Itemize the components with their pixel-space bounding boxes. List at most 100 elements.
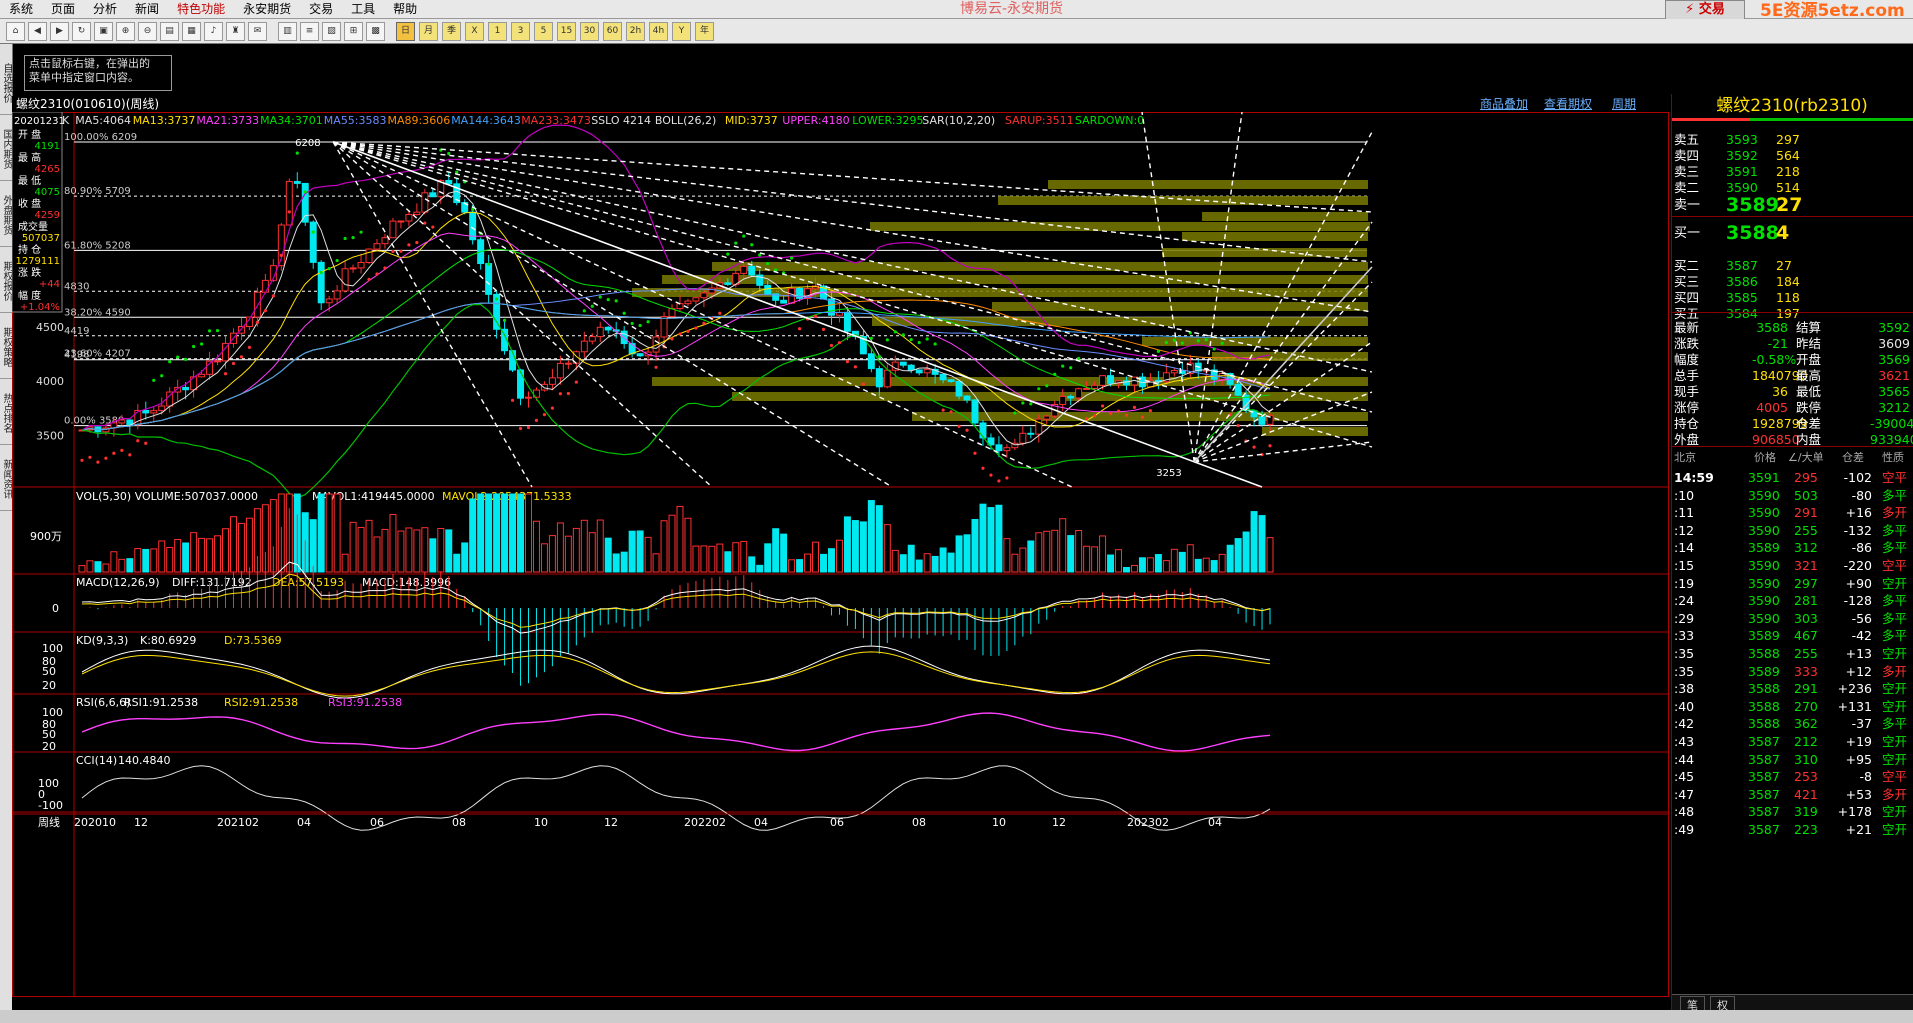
left-tab-4[interactable]: 期权策略 — [0, 316, 12, 379]
tick-volume: 310 — [1794, 751, 1818, 767]
period-button-0[interactable]: 日 — [396, 22, 415, 41]
volume-bar — [971, 518, 979, 573]
overlay-link[interactable]: 商品叠加 — [1480, 96, 1528, 112]
sar-dot — [790, 256, 794, 260]
period-button-3[interactable]: X — [465, 22, 484, 41]
volume-bar — [1146, 557, 1154, 573]
info-label: 成交量 — [18, 220, 48, 233]
candle-body — [158, 405, 166, 412]
tick-row-16: :44 3587 310 +95 空开 — [1672, 750, 1913, 769]
info-label: 持 仓 — [18, 243, 41, 256]
candle-body — [564, 362, 572, 365]
candle-body — [1099, 375, 1107, 386]
options-link[interactable]: 查看期权 — [1544, 96, 1592, 112]
indicator-legend-16: SARDOWN:0 — [1075, 114, 1144, 127]
menu-item-3[interactable]: 新闻 — [126, 0, 168, 18]
period-button-6[interactable]: 5 — [534, 22, 553, 41]
grid-icon[interactable]: ▦ — [182, 22, 201, 41]
candle-body — [875, 368, 883, 388]
trophy-icon[interactable]: ♜ — [226, 22, 245, 41]
info-label: 涨 跌 — [18, 266, 41, 279]
volume-bar — [1075, 529, 1083, 573]
forward-icon[interactable]: ▶ — [50, 22, 69, 41]
time-axis-tick: 04 — [297, 816, 311, 829]
list-icon[interactable]: ≡ — [300, 22, 319, 41]
tick-nature: 多平 — [1882, 522, 1908, 538]
period-button-4[interactable]: 1 — [488, 22, 507, 41]
volume-bar — [564, 535, 572, 573]
sar-dot — [909, 338, 913, 342]
volume-bar — [1067, 535, 1075, 573]
volume-bar — [214, 535, 222, 573]
menu-item-2[interactable]: 分析 — [84, 0, 126, 18]
period-button-13[interactable]: 年 — [695, 22, 714, 41]
time-axis-tick: 08 — [912, 816, 926, 829]
period-button-1[interactable]: 月 — [419, 22, 438, 41]
refresh-icon[interactable]: ↻ — [72, 22, 91, 41]
bell-icon[interactable]: ♪ — [204, 22, 223, 41]
left-tab-3[interactable]: 期权报价 — [0, 250, 12, 313]
sar-dot — [287, 210, 291, 214]
home-icon[interactable]: ⌂ — [6, 22, 25, 41]
left-tab-5[interactable]: 热点排名 — [0, 382, 12, 445]
left-tab-1[interactable]: 国内期货 — [0, 118, 12, 181]
candle-body — [421, 192, 429, 213]
sar-dot — [343, 236, 347, 241]
period-button-2[interactable]: 季 — [442, 22, 461, 41]
time-axis-tick: 04 — [754, 816, 768, 829]
period-button-7[interactable]: 15 — [557, 22, 576, 41]
tick-row-7: :24 3590 281 -128 多平 — [1672, 591, 1913, 610]
volume-bar — [222, 528, 229, 573]
period-button-8[interactable]: 30 — [580, 22, 599, 41]
volume-bar — [237, 522, 245, 573]
chart-icon[interactable]: ▨ — [322, 22, 341, 41]
tick-volume: 333 — [1794, 663, 1818, 679]
period-link[interactable]: 周期 — [1612, 96, 1636, 112]
cci-legend: CCI(14) — [76, 754, 117, 767]
kline-chart[interactable]: K MA5:4064 MA13:3737 MA21:3733 MA34:3701 MA55… — [12, 112, 1669, 1010]
tick-row-6: :19 3590 297 +90 空开 — [1672, 574, 1913, 593]
period-button-12[interactable]: Y — [672, 22, 691, 41]
tick-nature: 多平 — [1882, 540, 1908, 556]
menu-item-7[interactable]: 工具 — [342, 0, 384, 18]
sar-dot — [1180, 341, 1184, 345]
rsi3-legend: RSI3:91.2538 — [328, 696, 402, 709]
candle-body — [700, 292, 708, 299]
candle-body — [963, 395, 971, 401]
period-button-5[interactable]: 3 — [511, 22, 530, 41]
volume-bar — [1043, 530, 1051, 573]
volume-bar — [1130, 564, 1138, 573]
menu-item-5[interactable]: 永安期货 — [234, 0, 300, 18]
daily-icon[interactable]: ▩ — [366, 22, 385, 41]
left-tab-0[interactable]: 自选报价 — [0, 52, 12, 115]
sar-dot — [670, 337, 674, 341]
hint-line-2: 菜单中指定窗口内容。 — [29, 71, 139, 84]
period-button-10[interactable]: 2h — [626, 22, 645, 41]
trade-button[interactable]: ⚡ 交易 — [1665, 0, 1745, 20]
zoom-in-icon[interactable]: ⊕ — [116, 22, 135, 41]
menu-item-0[interactable]: 系统 — [0, 0, 42, 18]
window-icon[interactable]: ▣ — [94, 22, 113, 41]
menu-item-8[interactable]: 帮助 — [384, 0, 426, 18]
volume-bar — [987, 507, 995, 573]
menu-item-6[interactable]: 交易 — [300, 0, 342, 18]
tick-oi-change: +90 — [1845, 575, 1872, 591]
menu-item-4[interactable]: 特色功能 — [168, 0, 234, 18]
volume-bar — [628, 530, 636, 573]
volume-bar — [229, 516, 237, 573]
volume-bar — [899, 554, 907, 573]
left-tab-2[interactable]: 外盘期货 — [0, 184, 12, 247]
table-icon[interactable]: ▥ — [278, 22, 297, 41]
news-icon[interactable]: ✉ — [248, 22, 267, 41]
menu-item-1[interactable]: 页面 — [42, 0, 84, 18]
period-button-11[interactable]: 4h — [649, 22, 668, 41]
zoom-out-icon[interactable]: ⊖ — [138, 22, 157, 41]
layout-icon[interactable]: ▤ — [160, 22, 179, 41]
volume-bar — [150, 548, 158, 573]
back-icon[interactable]: ◀ — [28, 22, 47, 41]
period-button-9[interactable]: 60 — [603, 22, 622, 41]
weekly-icon[interactable]: ⊞ — [344, 22, 363, 41]
left-tab-6[interactable]: 新闻资讯 — [0, 448, 12, 511]
sar-dot — [718, 311, 722, 315]
candle-body — [556, 362, 564, 379]
